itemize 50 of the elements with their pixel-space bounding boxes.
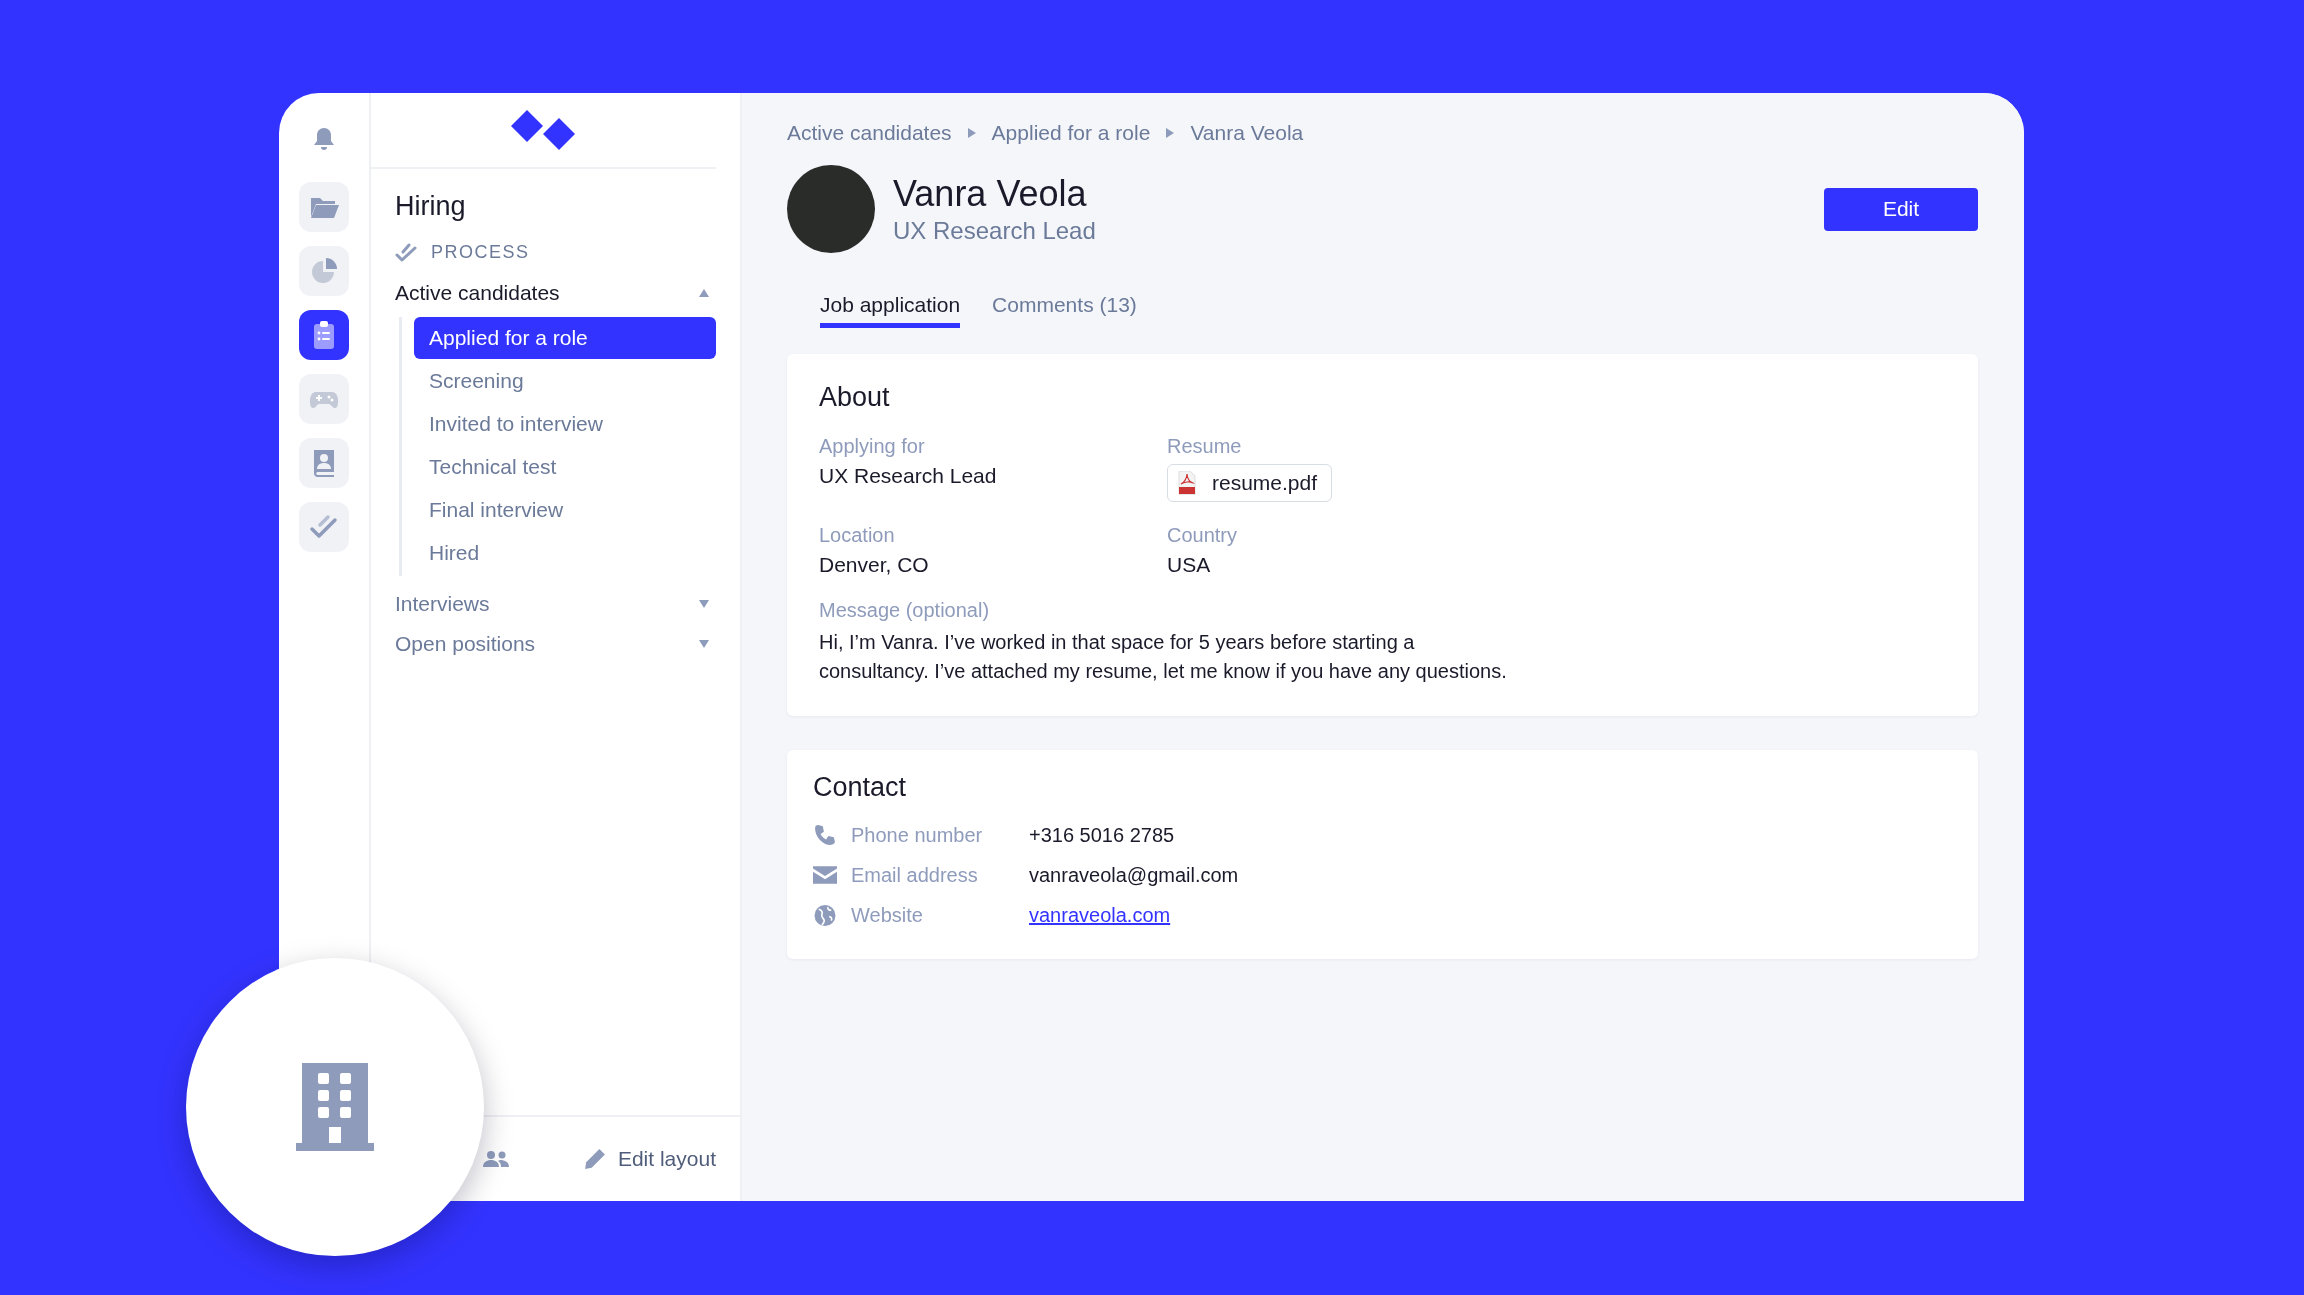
globe-icon xyxy=(813,903,837,927)
field-value: UX Research Lead xyxy=(819,464,998,488)
field-value: USA xyxy=(1167,553,1212,577)
nav-group[interactable]: Active candidates xyxy=(395,273,716,313)
edit-button[interactable]: Edit xyxy=(1824,187,1978,231)
nav-group[interactable]: Interviews xyxy=(395,584,716,624)
field-label: Location xyxy=(819,524,896,547)
nav-group[interactable]: Open positions xyxy=(395,624,716,664)
field-label: Resume xyxy=(1167,435,1243,458)
card-title: About xyxy=(819,382,891,413)
field-label: Message (optional) xyxy=(819,599,991,622)
envelope-icon xyxy=(813,866,837,884)
nav-item[interactable]: Technical test xyxy=(414,446,716,488)
contact-value: vanraveola@gmail.com xyxy=(1029,863,1239,887)
phone-icon xyxy=(813,824,837,846)
edit-layout-button[interactable]: Edit layout xyxy=(583,1147,716,1171)
people-icon[interactable] xyxy=(483,1150,509,1168)
nav-item[interactable]: Invited to interview xyxy=(414,403,716,445)
pdf-file-icon xyxy=(1178,471,1196,495)
breadcrumb-link[interactable]: Active candidates xyxy=(787,121,952,145)
nav-item[interactable]: Screening xyxy=(414,360,716,402)
section-title: Hiring xyxy=(395,191,467,222)
contact-label: Website xyxy=(851,903,924,927)
contact-value: +316 5016 2785 xyxy=(1029,823,1175,847)
nav-item[interactable]: Hired xyxy=(414,532,716,574)
logo-icon xyxy=(510,110,577,150)
pencil-icon xyxy=(583,1148,606,1170)
contact-label: Email address xyxy=(851,863,979,887)
tab[interactable]: Comments (13) xyxy=(992,293,1137,328)
caret-icon xyxy=(967,128,976,138)
tab[interactable]: Job application xyxy=(820,293,961,328)
website-link[interactable]: vanraveola.com xyxy=(1029,903,1171,927)
caret-icon xyxy=(1166,128,1175,138)
field-label: Country xyxy=(1167,524,1239,547)
card-title: Contact xyxy=(813,772,908,803)
building-icon xyxy=(296,1063,374,1151)
section-label: PROCESS xyxy=(431,242,530,263)
message-text: Hi, I’m Vanra. I’ve worked in that space for 5 years before starting a consultancy. I’ve attached my resume, let me know if you have any questions. xyxy=(819,630,1508,684)
double-check-icon xyxy=(395,242,417,263)
field-label: Applying for xyxy=(819,435,926,458)
field-value: Denver, CO xyxy=(819,553,930,577)
candidate-name: Vanra Veola xyxy=(893,173,1088,215)
rail-button[interactable] xyxy=(299,310,349,360)
nav-item[interactable]: Applied for a role xyxy=(414,317,716,359)
nav-item[interactable]: Final interview xyxy=(414,489,716,531)
contact-label: Phone number xyxy=(851,823,984,847)
breadcrumb-link[interactable]: Applied for a role xyxy=(991,121,1151,145)
file-attachment[interactable]: resume.pdf xyxy=(1167,464,1333,502)
candidate-role: UX Research Lead xyxy=(893,217,1097,245)
bell-icon[interactable] xyxy=(312,126,336,152)
